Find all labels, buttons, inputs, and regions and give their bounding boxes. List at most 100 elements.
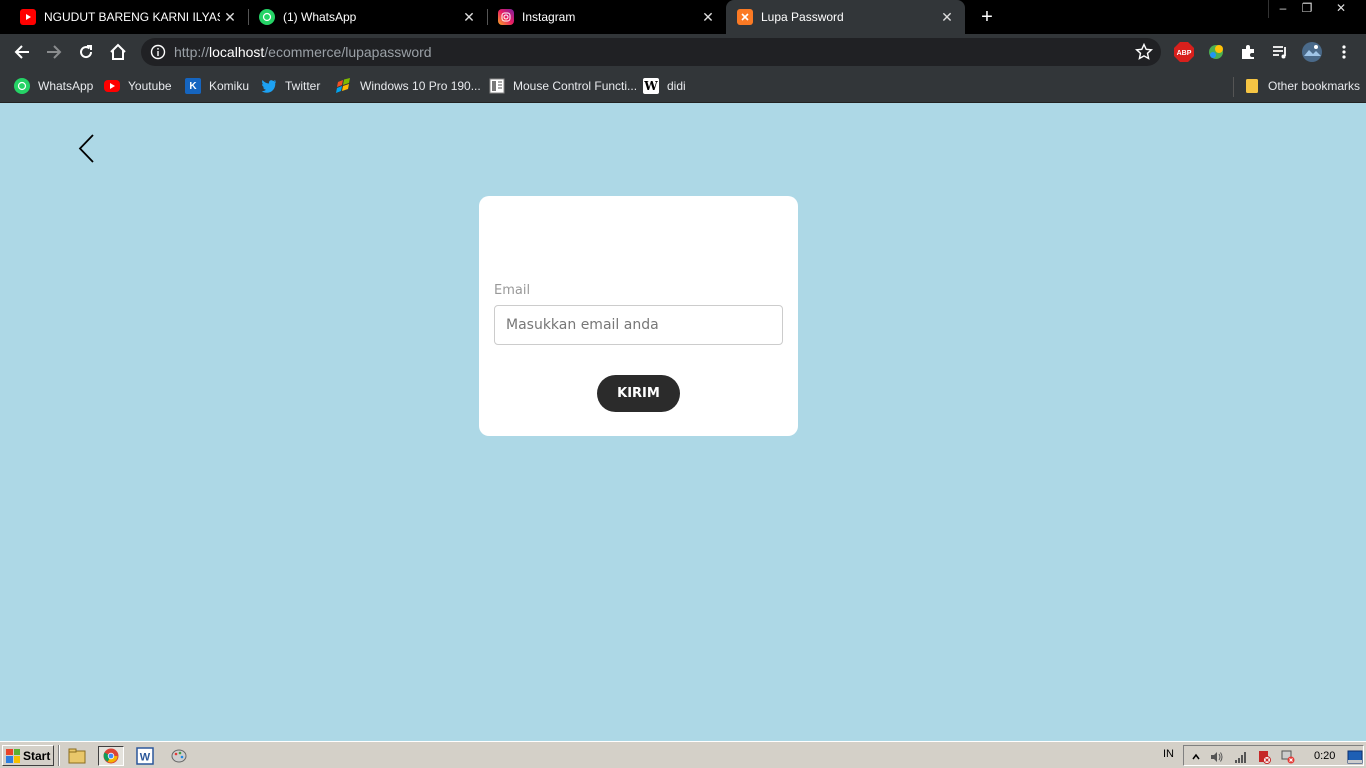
close-tab-icon[interactable]: ✕ [459, 9, 479, 26]
bookmark-mouse-control[interactable]: Mouse Control Functi... [489, 76, 637, 96]
bookmark-whatsapp[interactable]: WhatsApp [14, 76, 93, 96]
back-link[interactable] [74, 132, 100, 166]
word-icon: W [136, 747, 154, 765]
whatsapp-icon [14, 78, 30, 94]
back-button[interactable] [10, 40, 34, 64]
info-icon[interactable] [150, 44, 166, 65]
taskbar-divider [58, 745, 60, 766]
arrow-right-icon [47, 45, 62, 59]
tab-youtube[interactable]: NGUDUT BARENG KARNI ILYAS☐ ( ✕ [0, 0, 248, 34]
address-bar[interactable]: http://localhost/ecommerce/lupapassword [141, 38, 1161, 66]
media-control-button[interactable] [1268, 40, 1292, 64]
word-taskbar-button[interactable]: W [132, 746, 158, 766]
instagram-icon [498, 9, 514, 25]
wikipedia-icon: W [643, 78, 659, 94]
clock[interactable]: 0:20 [1314, 750, 1335, 762]
puzzle-icon [1242, 45, 1254, 59]
restore-button[interactable]: ❐ [1294, 0, 1320, 18]
new-tab-button[interactable]: + [976, 4, 998, 30]
windows-logo-icon [6, 748, 20, 763]
star-icon[interactable] [1134, 42, 1154, 66]
twitter-icon [261, 78, 277, 94]
url-text[interactable]: http://localhost/ecommerce/lupapassword [174, 44, 432, 60]
youtube-icon [20, 9, 36, 25]
forward-button[interactable] [42, 40, 66, 64]
bookmark-didi[interactable]: W didi [643, 76, 686, 96]
explorer-quicklaunch[interactable] [64, 746, 90, 766]
reload-button[interactable] [74, 40, 98, 64]
whatsapp-icon [259, 9, 275, 25]
extensions-menu-button[interactable] [1236, 40, 1260, 64]
language-indicator[interactable]: IN [1163, 748, 1174, 760]
menu-button[interactable] [1332, 40, 1356, 64]
reload-icon [80, 45, 93, 59]
paint-taskbar-button[interactable] [166, 746, 192, 766]
bookmark-label: Mouse Control Functi... [513, 79, 638, 93]
paint-icon [171, 749, 187, 763]
tab-strip: NGUDUT BARENG KARNI ILYAS☐ ( ✕ (1) Whats… [0, 0, 1366, 34]
svg-text:ABP: ABP [1177, 50, 1192, 57]
xampp-icon [737, 9, 753, 25]
tab-whatsapp[interactable]: (1) WhatsApp ✕ [239, 0, 487, 34]
playlist-icon [1273, 46, 1286, 59]
profile-button[interactable] [1300, 40, 1324, 64]
chevron-up-icon[interactable] [1188, 750, 1204, 764]
youtube-icon [104, 80, 120, 92]
forgot-password-card: Email KIRIM [479, 196, 798, 436]
email-label: Email [494, 283, 531, 298]
adblock-extension[interactable]: ABP [1172, 40, 1196, 64]
start-button[interactable]: Start [2, 745, 54, 766]
tab-lupa-password[interactable]: Lupa Password ✕ [726, 0, 965, 34]
extension-button[interactable] [1204, 40, 1228, 64]
document-icon [489, 78, 505, 94]
svg-text:W: W [140, 752, 151, 764]
bookmarks-divider [1233, 77, 1234, 97]
bookmark-label: Youtube [128, 79, 172, 93]
windows-icon [336, 78, 352, 94]
avatar [1302, 42, 1322, 62]
other-bookmarks[interactable]: Other bookmarks [1244, 76, 1360, 96]
close-window-button[interactable]: ✕ [1328, 0, 1354, 18]
more-vert-icon [1342, 45, 1346, 59]
network-error-icon[interactable] [1280, 750, 1296, 764]
folder-icon [68, 748, 86, 764]
bookmark-label: Komiku [209, 79, 250, 93]
home-button[interactable] [106, 40, 130, 64]
bookmark-twitter[interactable]: Twitter [261, 76, 320, 96]
tab-label: NGUDUT BARENG KARNI ILYAS☐ ( [44, 10, 220, 24]
submit-button[interactable]: KIRIM [597, 375, 680, 412]
chevron-left-icon [78, 134, 94, 163]
email-field[interactable] [494, 305, 783, 345]
arrow-left-icon [14, 45, 29, 59]
bookmark-windows[interactable]: Windows 10 Pro 190... [336, 76, 481, 96]
close-tab-icon[interactable]: ✕ [937, 9, 957, 26]
globe-extension-icon [1209, 45, 1223, 59]
minimize-button[interactable]: – [1270, 0, 1296, 18]
home-icon [110, 43, 126, 60]
bookmarks-bar: WhatsApp Youtube K Komiku Twitter Window… [0, 70, 1366, 103]
system-tray: 0:20 [1183, 745, 1364, 766]
start-label: Start [23, 748, 51, 763]
close-tab-icon[interactable]: ✕ [220, 9, 240, 26]
tab-label: Instagram [522, 10, 576, 24]
folder-icon [1244, 78, 1260, 94]
security-alert-icon[interactable] [1256, 750, 1272, 764]
volume-icon[interactable] [1209, 750, 1225, 764]
chrome-icon [103, 748, 119, 764]
bookmark-label: Other bookmarks [1268, 79, 1361, 93]
browser-toolbar: http://localhost/ecommerce/lupapassword … [0, 34, 1366, 70]
bookmark-label: Windows 10 Pro 190... [360, 79, 481, 93]
chrome-taskbar-button[interactable] [98, 746, 124, 766]
bookmark-youtube[interactable]: Youtube [104, 76, 172, 96]
close-tab-icon[interactable]: ✕ [698, 9, 718, 26]
tab-label: (1) WhatsApp [283, 10, 357, 24]
bookmark-komiku[interactable]: K Komiku [185, 76, 249, 96]
signal-icon[interactable] [1233, 750, 1249, 764]
komiku-icon: K [185, 78, 201, 94]
show-desktop-icon[interactable] [1347, 750, 1363, 764]
bookmark-label: Twitter [285, 79, 321, 93]
taskbar: Start W IN 0:20 [0, 741, 1366, 768]
bookmark-label: didi [667, 79, 686, 93]
adblock-icon: ABP [1174, 42, 1194, 62]
tab-instagram[interactable]: Instagram ✕ [478, 0, 726, 34]
